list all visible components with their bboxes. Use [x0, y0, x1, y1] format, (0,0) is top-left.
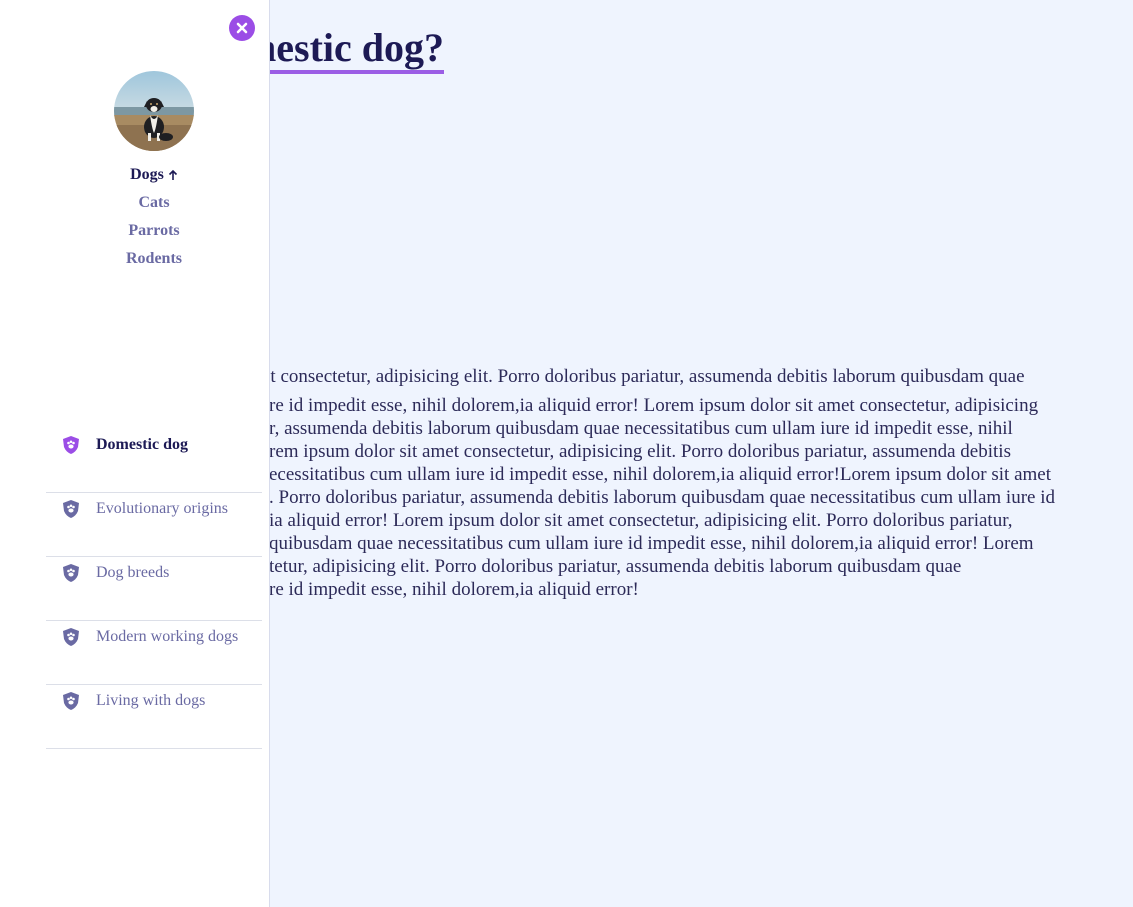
body-line: re id impedit esse, nihil dolorem,ia ali… — [269, 395, 1039, 416]
arrow-up-icon — [168, 165, 178, 189]
toc-item-modern-working-dogs[interactable]: Modern working dogs — [46, 622, 262, 685]
paw-shield-icon — [63, 564, 79, 582]
toc-label: Domestic dog — [96, 436, 188, 453]
toc-item-living-with-dogs[interactable]: Living with dogs — [46, 686, 262, 749]
paw-shield-icon — [63, 436, 79, 454]
body-line: ia aliquid error! Lorem ipsum dolor sit … — [269, 510, 1013, 531]
table-of-contents: Domestic dog Evolutionary origins Dog br… — [46, 430, 262, 750]
body-line: rem ipsum dolor sit amet consectetur, ad… — [269, 441, 1011, 462]
body-line: et consectetur, adipisicing elit. Porro … — [262, 366, 1025, 387]
toc-item-domestic-dog[interactable]: Domestic dog — [46, 430, 262, 493]
category-parrots[interactable]: Parrots — [0, 219, 308, 247]
category-label: Dogs — [130, 166, 164, 183]
toc-label: Living with dogs — [96, 692, 206, 709]
category-cats[interactable]: Cats — [0, 191, 308, 219]
category-label: Parrots — [128, 222, 180, 239]
toc-item-dog-breeds[interactable]: Dog breeds — [46, 558, 262, 621]
page-title-link[interactable]: nestic dog? — [254, 25, 444, 74]
toc-label: Evolutionary origins — [96, 500, 228, 517]
toc-label: Modern working dogs — [96, 628, 239, 645]
toc-label: Dog breeds — [96, 564, 170, 581]
paw-shield-icon — [63, 500, 79, 518]
category-label: Rodents — [125, 250, 182, 267]
close-icon — [236, 22, 248, 34]
category-nav: Dogs Cats Parrots Rodents — [0, 163, 308, 275]
sidebar: Dogs Cats Parrots Rodents Domestic dog E… — [0, 0, 270, 907]
body-line: r, assumenda debitis laborum quibusdam q… — [269, 418, 1013, 439]
body-line: quibusdam quae necessitatibus cum ullam … — [269, 533, 1034, 554]
category-rodents[interactable]: Rodents — [0, 247, 308, 275]
category-label: Cats — [138, 194, 170, 211]
paw-shield-icon — [63, 628, 79, 646]
close-sidebar-button[interactable] — [229, 15, 255, 41]
paw-shield-icon — [63, 692, 79, 710]
body-line: . Porro doloribus pariatur, assumenda de… — [269, 487, 1055, 508]
body-line: tetur, adipisicing elit. Porro doloribus… — [269, 556, 962, 577]
body-line: ecessitatibus cum ullam iure id impedit … — [269, 464, 1051, 485]
category-dogs[interactable]: Dogs — [0, 163, 308, 191]
avatar — [114, 71, 194, 151]
body-line: re id impedit esse, nihil dolorem,ia ali… — [269, 579, 639, 600]
dog-avatar-image — [114, 71, 194, 151]
toc-item-evolutionary-origins[interactable]: Evolutionary origins — [46, 494, 262, 557]
